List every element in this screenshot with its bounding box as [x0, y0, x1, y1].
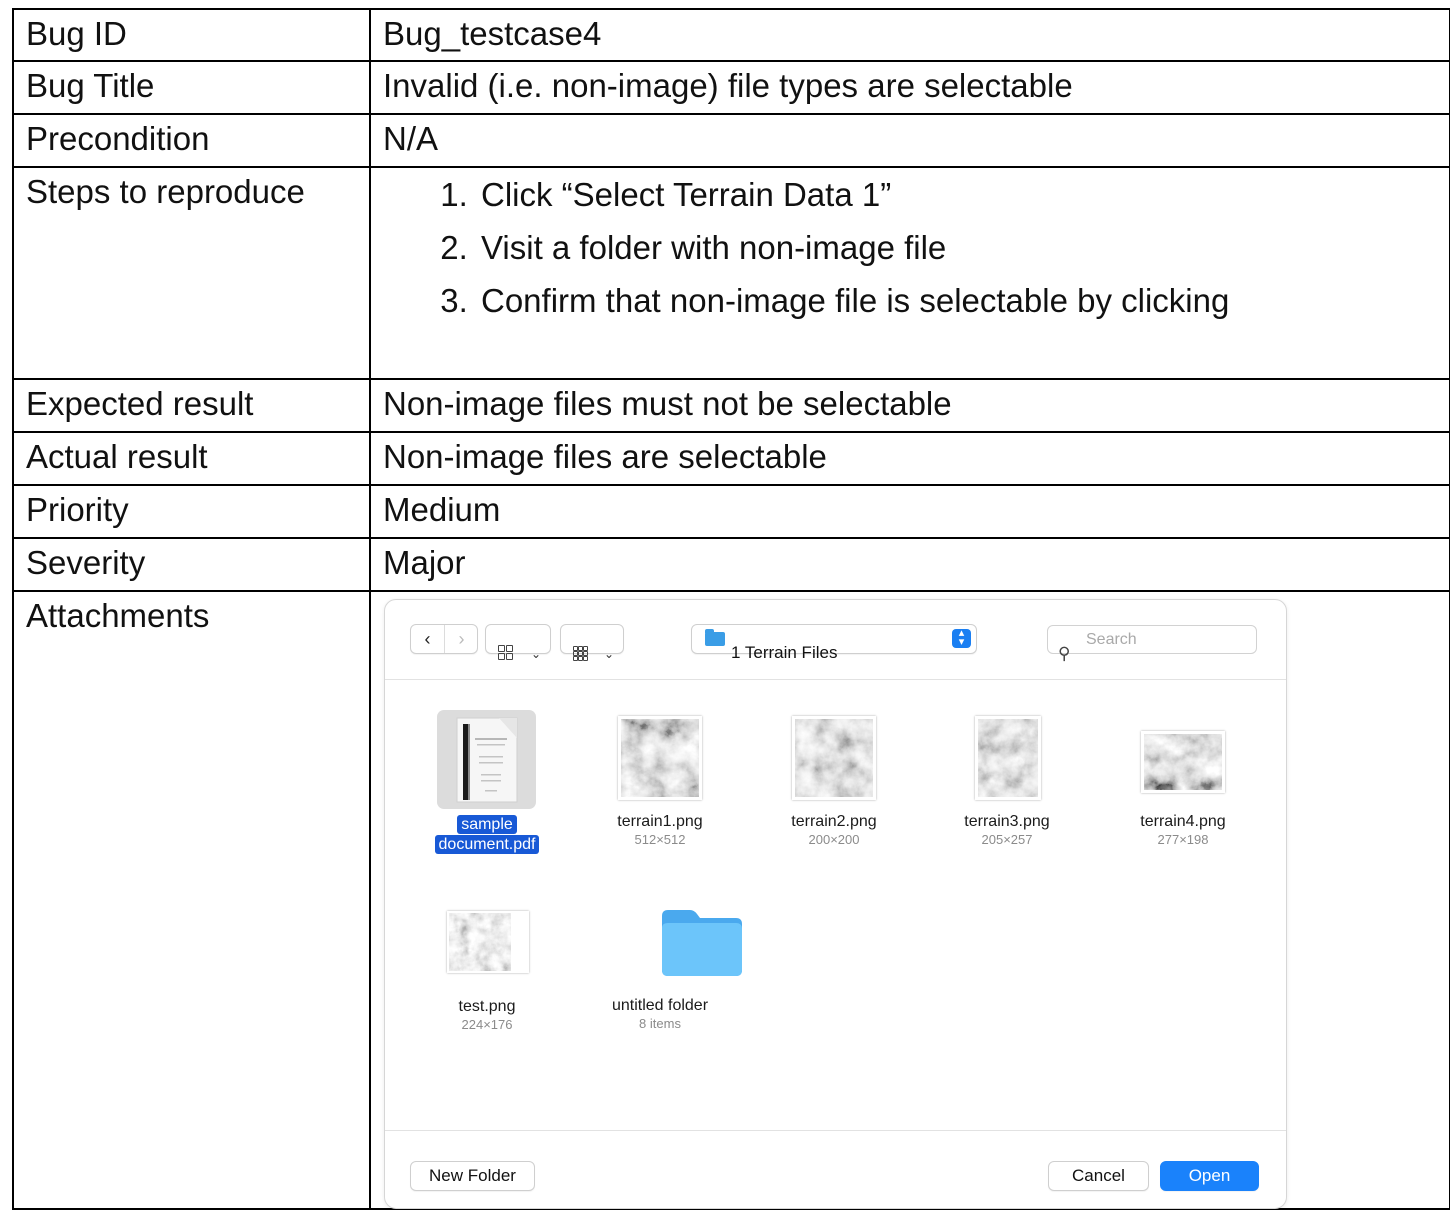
chevron-left-icon: ‹ — [424, 629, 431, 649]
file-item-test[interactable]: test.png 224×176 — [446, 911, 530, 1032]
label-precondition: Precondition — [12, 113, 371, 168]
bug-report-table: Bug ID Bug_testcase4 Bug Title Invalid (… — [12, 8, 1450, 1210]
steps-list: Click “Select Terrain Data 1” Visit a fo… — [383, 168, 1449, 327]
label-attachments: Attachments — [12, 590, 371, 1210]
file-item-terrain1[interactable]: terrain1.png 512×512 — [617, 716, 703, 847]
terrain-thumbnail-icon — [1141, 731, 1225, 793]
value-precondition: N/A — [369, 113, 1450, 168]
group-view-button[interactable]: ⌄ — [560, 624, 624, 661]
terrain-thumbnail-icon — [618, 716, 702, 800]
icon-view-button[interactable]: ⌄ — [485, 624, 551, 661]
search-icon: ⚲ — [1058, 644, 1071, 663]
label-expected: Expected result — [12, 378, 371, 433]
file-item-pdf[interactable] — [455, 716, 519, 804]
label-steps: Steps to reproduce — [12, 166, 371, 380]
value-bug-id: Bug_testcase4 — [369, 8, 1450, 62]
new-folder-button[interactable]: New Folder — [410, 1161, 535, 1191]
label-priority: Priority — [12, 484, 371, 539]
step-item: Visit a folder with non-image file — [477, 221, 1449, 274]
label-bug-title: Bug Title — [12, 60, 371, 115]
label-severity: Severity — [12, 537, 371, 592]
label-bug-id: Bug ID — [12, 8, 371, 62]
open-button[interactable]: Open — [1160, 1161, 1259, 1191]
location-popup[interactable]: 1 Terrain Files ▴ ▾ — [691, 624, 977, 662]
grid-view-icon — [498, 631, 513, 679]
row-severity: Severity Major — [12, 537, 1450, 592]
row-bug-title: Bug Title Invalid (i.e. non-image) file … — [12, 60, 1450, 115]
chevron-right-icon: › — [458, 629, 465, 649]
group-grid-icon — [573, 631, 588, 679]
file-item-terrain4[interactable]: terrain4.png 277×198 — [1140, 731, 1226, 847]
label-actual: Actual result — [12, 431, 371, 486]
file-open-dialog: ‹ › ⌄ ⌄ 1 Terrain Files ▴ ▾ ⚲ Search sam… — [384, 599, 1287, 1209]
row-attachments: Attachments ‹ › ⌄ ⌄ 1 Terrain Files ▴ ▾ … — [12, 590, 1450, 1210]
back-button[interactable]: ‹ — [411, 625, 444, 653]
chevron-down-icon: ⌄ — [530, 647, 541, 661]
dialog-toolbar: ‹ › ⌄ ⌄ 1 Terrain Files ▴ ▾ ⚲ Search — [385, 600, 1286, 680]
row-precondition: Precondition N/A — [12, 113, 1450, 168]
folder-icon — [705, 629, 725, 646]
forward-button[interactable]: › — [444, 625, 478, 653]
step-item: Confirm that non-image file is selectabl… — [477, 274, 1449, 327]
folder-icon — [662, 910, 742, 976]
terrain-thumbnail-icon — [975, 716, 1041, 800]
value-severity: Major — [369, 537, 1450, 592]
location-label: 1 Terrain Files — [731, 643, 838, 662]
step-item: Click “Select Terrain Data 1” — [477, 168, 1449, 221]
value-actual: Non-image files are selectable — [369, 431, 1450, 486]
value-expected: Non-image files must not be selectable — [369, 378, 1450, 433]
row-expected: Expected result Non-image files must not… — [12, 378, 1450, 433]
row-priority: Priority Medium — [12, 484, 1450, 539]
file-name-pdf: sample document.pdf — [425, 815, 549, 855]
row-bug-id: Bug ID Bug_testcase4 — [12, 8, 1450, 62]
chevron-down-icon: ⌄ — [603, 647, 614, 661]
search-input[interactable] — [1084, 629, 1248, 651]
terrain-thumbnail-icon — [792, 716, 876, 800]
cancel-button[interactable]: Cancel — [1048, 1161, 1149, 1191]
file-item-terrain2[interactable]: terrain2.png 200×200 — [791, 716, 877, 847]
back-forward-buttons: ‹ › — [410, 624, 478, 654]
search-field[interactable]: ⚲ — [1047, 625, 1257, 663]
pdf-document-icon — [456, 717, 518, 803]
row-steps: Steps to reproduce Click “Select Terrain… — [12, 166, 1450, 380]
value-priority: Medium — [369, 484, 1450, 539]
dialog-footer: New Folder Cancel Open — [385, 1130, 1286, 1208]
attachment-screenshot: ‹ › ⌄ ⌄ 1 Terrain Files ▴ ▾ ⚲ Search sam… — [369, 590, 1450, 1210]
value-bug-title: Invalid (i.e. non-image) file types are … — [369, 60, 1450, 115]
file-item-untitled-folder[interactable]: untitled folder 8 items — [612, 906, 742, 1031]
file-item-terrain3[interactable]: terrain3.png 205×257 — [964, 716, 1050, 847]
popup-stepper-icon: ▴ ▾ — [952, 628, 971, 648]
row-actual: Actual result Non-image files are select… — [12, 431, 1450, 486]
relief-thumbnail-icon — [447, 911, 529, 973]
value-steps: Click “Select Terrain Data 1” Visit a fo… — [369, 166, 1450, 380]
